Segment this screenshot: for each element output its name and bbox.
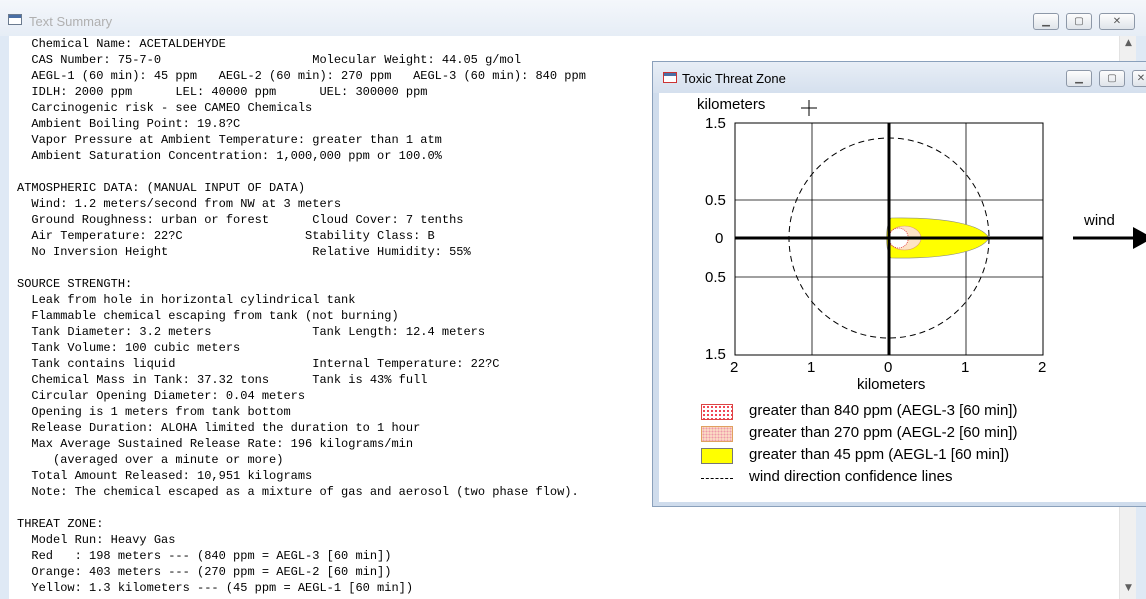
summary-line: Total Amount Released: 10,951 kilograms [17, 469, 313, 483]
summary-line: Flammable chemical escaping from tank (n… [17, 309, 399, 323]
crosshair-cursor-icon [801, 100, 817, 116]
summary-line: SOURCE STRENGTH: [17, 277, 133, 291]
summary-close-button[interactable]: ✕ [1099, 13, 1135, 30]
summary-line: ATMOSPHERIC DATA: (MANUAL INPUT OF DATA) [17, 181, 306, 195]
x-tick-label: 2 [1038, 359, 1046, 376]
x-tick-label: 1 [961, 359, 969, 376]
summary-line: Tank Diameter: 3.2 meters Tank Length: 1… [17, 325, 486, 339]
app-icon [8, 14, 22, 25]
x-tick-label: 1 [807, 359, 815, 376]
summary-line: Note: The chemical escaped as a mixture … [17, 485, 579, 499]
wind-label: wind [1083, 212, 1115, 229]
summary-line: Yellow: 1.3 kilometers --- (45 ppm = AEG… [17, 581, 414, 595]
summary-line: Release Duration: ALOHA limited the dura… [17, 421, 421, 435]
legend-swatch-yellow [701, 448, 733, 464]
threat-minimize-button[interactable]: ▁ [1066, 70, 1092, 87]
y-tick-label: 0.5 [705, 269, 726, 286]
threat-zone-plot: kilometers kilometers 1.5 0.5 0 0.5 1.5 … [697, 96, 1146, 393]
summary-line: Chemical Name: ACETALDEHYDE [17, 37, 226, 51]
y-tick-label: 0.5 [705, 192, 726, 209]
close-icon: ✕ [1112, 16, 1122, 27]
summary-maximize-button[interactable]: ▢ [1066, 13, 1092, 30]
summary-line: Opening is 1 meters from tank bottom [17, 405, 291, 419]
summary-line: IDLH: 2000 ppm LEL: 40000 ppm UEL: 30000… [17, 85, 428, 99]
threat-window-title: Toxic Threat Zone [682, 71, 786, 86]
summary-line: Ambient Saturation Concentration: 1,000,… [17, 149, 442, 163]
x-axis-label: kilometers [857, 376, 925, 393]
x-tick-label: 2 [730, 359, 738, 376]
summary-line: Max Average Sustained Release Rate: 196 … [17, 437, 414, 451]
summary-line: Model Run: Heavy Gas [17, 533, 176, 547]
summary-line: Chemical Mass in Tank: 37.32 tons Tank i… [17, 373, 428, 387]
y-tick-label: 1.5 [705, 346, 726, 363]
y-axis-label: kilometers [697, 96, 765, 113]
x-tick-label: 0 [884, 359, 892, 376]
close-icon: ✕ [1136, 73, 1146, 84]
legend-label: greater than 270 ppm (AEGL-2 [60 min]) [749, 424, 1018, 441]
summary-line: Air Temperature: 22?C Stability Class: B [17, 229, 435, 243]
summary-line: (averaged over a minute or more) [17, 453, 284, 467]
y-tick-label: 0 [715, 230, 723, 247]
minimize-icon: ▁ [1075, 73, 1083, 84]
threat-zone-plot-area[interactable]: kilometers kilometers 1.5 0.5 0 0.5 1.5 … [659, 93, 1146, 502]
threat-maximize-button[interactable]: ▢ [1099, 70, 1125, 87]
summary-line: AEGL-1 (60 min): 45 ppm AEGL-2 (60 min):… [17, 69, 586, 83]
legend-swatch-red [701, 404, 733, 420]
summary-line: Red : 198 meters --- (840 ppm = AEGL-3 [… [17, 549, 392, 563]
summary-minimize-button[interactable]: ▁ [1033, 13, 1059, 30]
legend-swatch-orange [701, 426, 733, 442]
summary-line: CAS Number: 75-7-0 Molecular Weight: 44.… [17, 53, 522, 67]
legend-label: greater than 840 ppm (AEGL-3 [60 min]) [749, 402, 1018, 419]
legend-label: wind direction confidence lines [749, 468, 953, 485]
scroll-up-icon[interactable]: ▲ [1120, 38, 1137, 48]
summary-line: Circular Opening Diameter: 0.04 meters [17, 389, 306, 403]
summary-line: Tank Volume: 100 cubic meters [17, 341, 241, 355]
threat-close-button[interactable]: ✕ [1132, 70, 1146, 87]
summary-line: Vapor Pressure at Ambient Temperature: g… [17, 133, 442, 147]
summary-line: Tank contains liquid Internal Temperatur… [17, 357, 500, 371]
summary-line: Carcinogenic risk - see CAMEO Chemicals [17, 101, 313, 115]
aloha-app-icon [663, 72, 677, 83]
minimize-icon: ▁ [1042, 16, 1050, 27]
legend-swatch-dashed-line [701, 478, 733, 479]
maximize-icon: ▢ [1107, 73, 1117, 84]
threat-titlebar[interactable]: Toxic Threat Zone ▁ ▢ ✕ [653, 62, 1146, 93]
summary-line: THREAT ZONE: [17, 517, 104, 531]
summary-window-title: Text Summary [29, 14, 113, 29]
summary-line: Leak from hole in horizontal cylindrical… [17, 293, 356, 307]
summary-line: Orange: 403 meters --- (270 ppm = AEGL-2… [17, 565, 392, 579]
scroll-down-icon[interactable]: ▼ [1120, 583, 1137, 593]
maximize-icon: ▢ [1074, 16, 1084, 27]
summary-line: Wind: 1.2 meters/second from NW at 3 met… [17, 197, 342, 211]
summary-line: Ambient Boiling Point: 19.8?C [17, 117, 241, 131]
arrow-right-icon [1073, 227, 1146, 249]
summary-line: No Inversion Height Relative Humidity: 5… [17, 245, 471, 259]
summary-titlebar[interactable]: Text Summary ▁ ▢ ✕ [0, 0, 1146, 36]
summary-line: Ground Roughness: urban or forest Cloud … [17, 213, 464, 227]
y-tick-label: 1.5 [705, 115, 726, 132]
toxic-threat-zone-window: Toxic Threat Zone ▁ ▢ ✕ kilometers kilom… [652, 61, 1146, 507]
legend-label: greater than 45 ppm (AEGL-1 [60 min]) [749, 446, 1010, 463]
